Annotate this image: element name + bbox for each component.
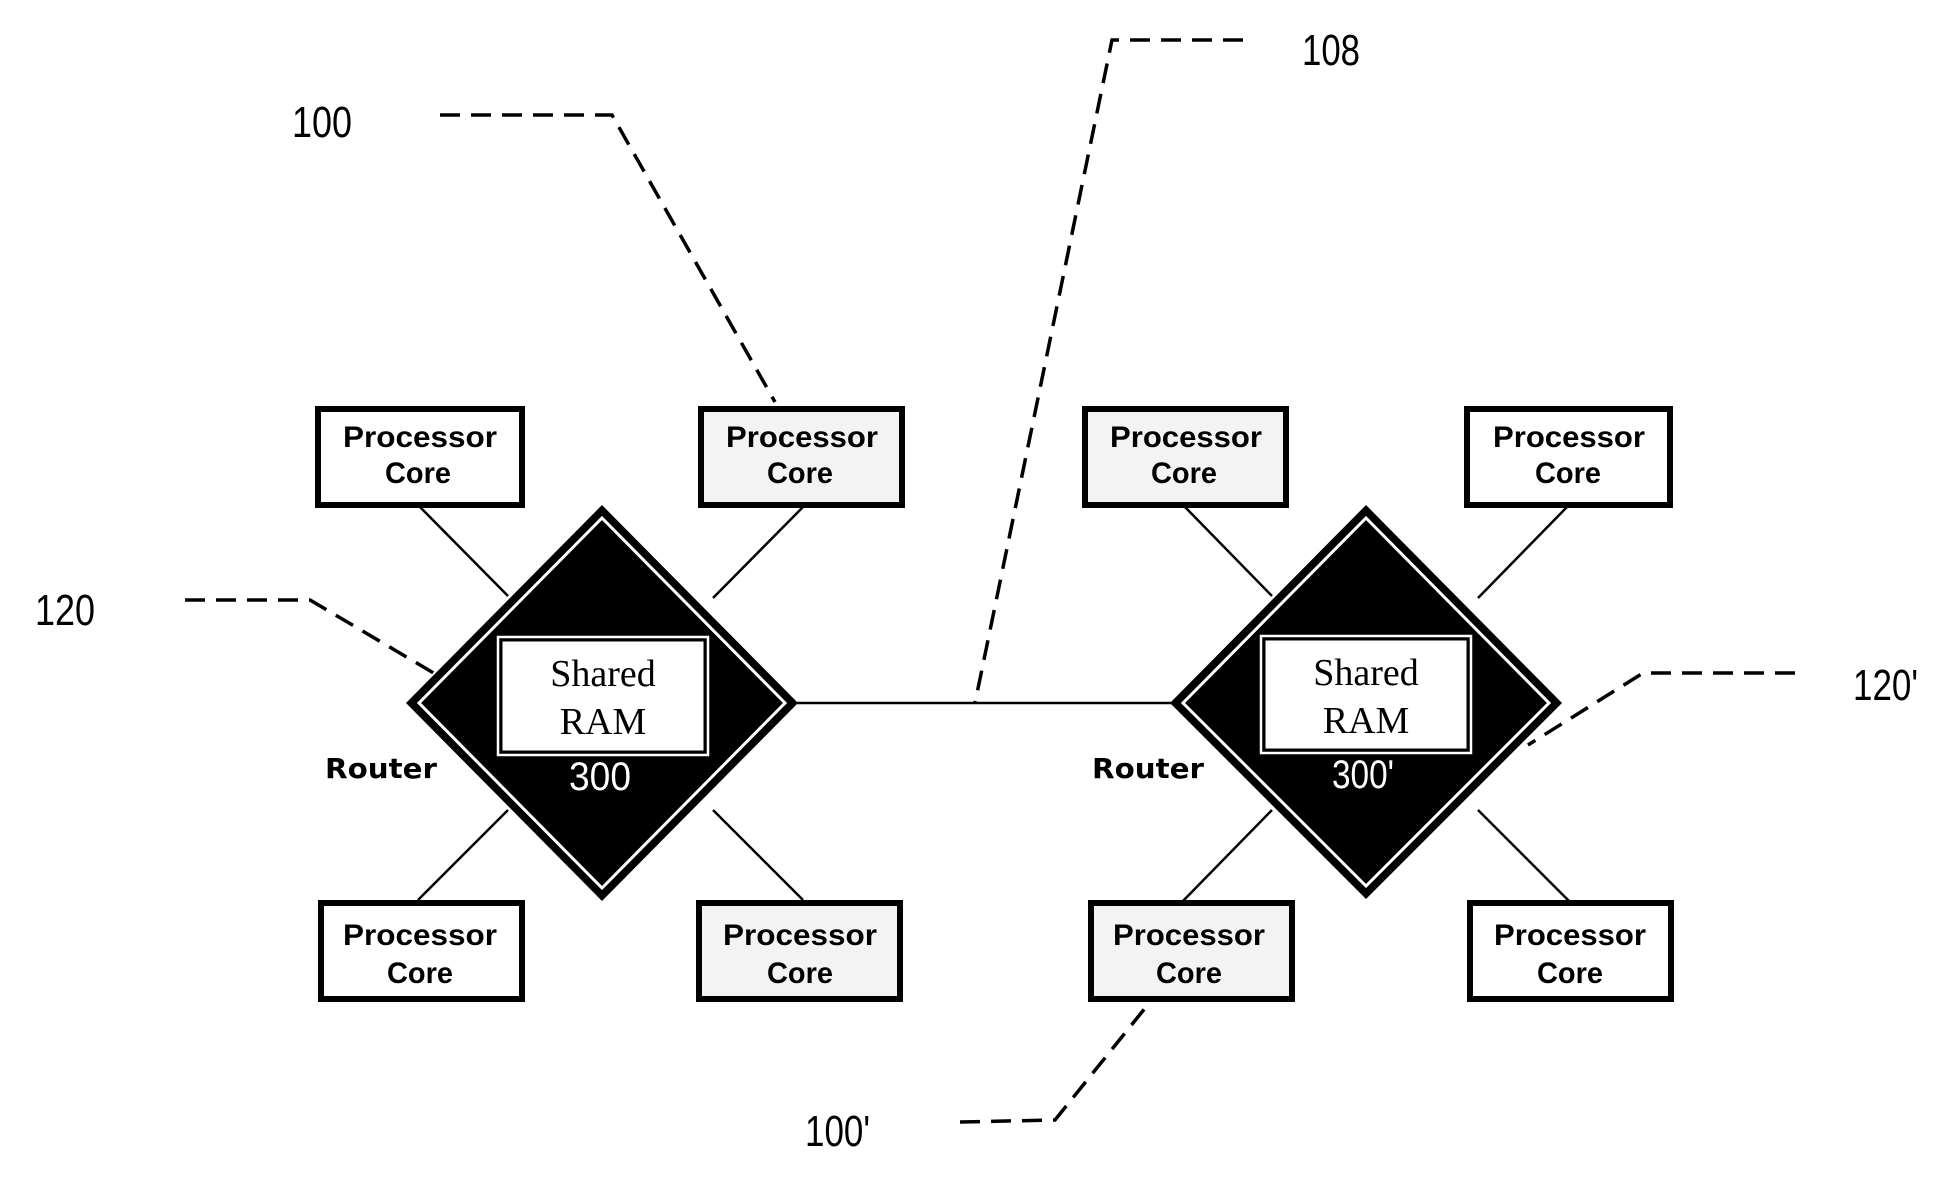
processor-core-label-line1: Processor xyxy=(1493,421,1645,454)
ref-label-120: 120 xyxy=(35,586,95,635)
router-number: 300' xyxy=(1332,753,1394,797)
processor-core-box: Processor Core xyxy=(1088,900,1295,1002)
router-label-right: Router xyxy=(1092,752,1204,785)
router-label-left: Router xyxy=(325,752,437,785)
core-link xyxy=(1477,809,1571,903)
processor-core-label-line1: Processor xyxy=(343,919,497,952)
leader-line-100 xyxy=(440,113,777,403)
processor-core-label-line1: Processor xyxy=(343,421,497,454)
router-number: 300 xyxy=(569,755,631,799)
processor-core-label-line2: Core xyxy=(1535,457,1601,490)
leader-line-120 xyxy=(185,598,438,677)
core-link xyxy=(1184,506,1273,597)
processor-core-label-line2: Core xyxy=(387,957,453,990)
processor-core-label-line1: Processor xyxy=(1494,919,1646,952)
shared-ram-label-line1: Shared xyxy=(550,653,656,695)
shared-ram-label-line2: RAM xyxy=(1323,700,1410,742)
multicore-network-diagram: 100 108 120 120' 100' Shared RAM 300 Rou… xyxy=(35,26,1918,1156)
core-link xyxy=(712,506,804,599)
processor-core-label-line1: Processor xyxy=(1110,421,1262,454)
processor-core-box: Processor Core xyxy=(1464,406,1673,508)
processor-core-label-line2: Core xyxy=(1156,957,1222,990)
shared-ram-label-line2: RAM xyxy=(560,701,647,743)
processor-core-label-line2: Core xyxy=(767,457,833,490)
processor-core-label-line2: Core xyxy=(385,457,451,490)
core-link xyxy=(1181,809,1273,903)
core-link xyxy=(712,809,804,901)
processor-core-label-line2: Core xyxy=(767,957,833,990)
processor-core-label-line2: Core xyxy=(1151,457,1217,490)
ref-label-100-prime: 100' xyxy=(805,1107,870,1156)
processor-core-label-line2: Core xyxy=(1537,957,1603,990)
shared-ram-label-line1: Shared xyxy=(1313,652,1419,694)
core-link xyxy=(1477,506,1568,599)
processor-core-label-line1: Processor xyxy=(1113,919,1265,952)
leader-line-120-prime xyxy=(1527,671,1795,747)
router-right: Shared RAM 300' xyxy=(1170,505,1562,899)
processor-core-box: Processor Core xyxy=(318,900,525,1002)
processor-core-box: Processor Core xyxy=(698,406,905,508)
ref-label-108: 108 xyxy=(1302,26,1360,75)
core-link xyxy=(419,506,509,597)
router-left: Shared RAM 300 xyxy=(406,505,798,901)
processor-core-box: Processor Core xyxy=(1467,900,1674,1002)
leader-line-100-prime xyxy=(959,1000,1152,1124)
processor-core-label-line1: Processor xyxy=(723,919,877,952)
core-link xyxy=(417,809,509,901)
processor-core-box: Processor Core xyxy=(315,406,525,508)
processor-core-label-line1: Processor xyxy=(726,421,878,454)
leader-line-108 xyxy=(973,38,1243,704)
ref-label-120-prime: 120' xyxy=(1853,661,1918,710)
ref-label-100: 100 xyxy=(292,98,352,147)
processor-core-box: Processor Core xyxy=(696,900,903,1002)
processor-core-box: Processor Core xyxy=(1082,406,1289,508)
